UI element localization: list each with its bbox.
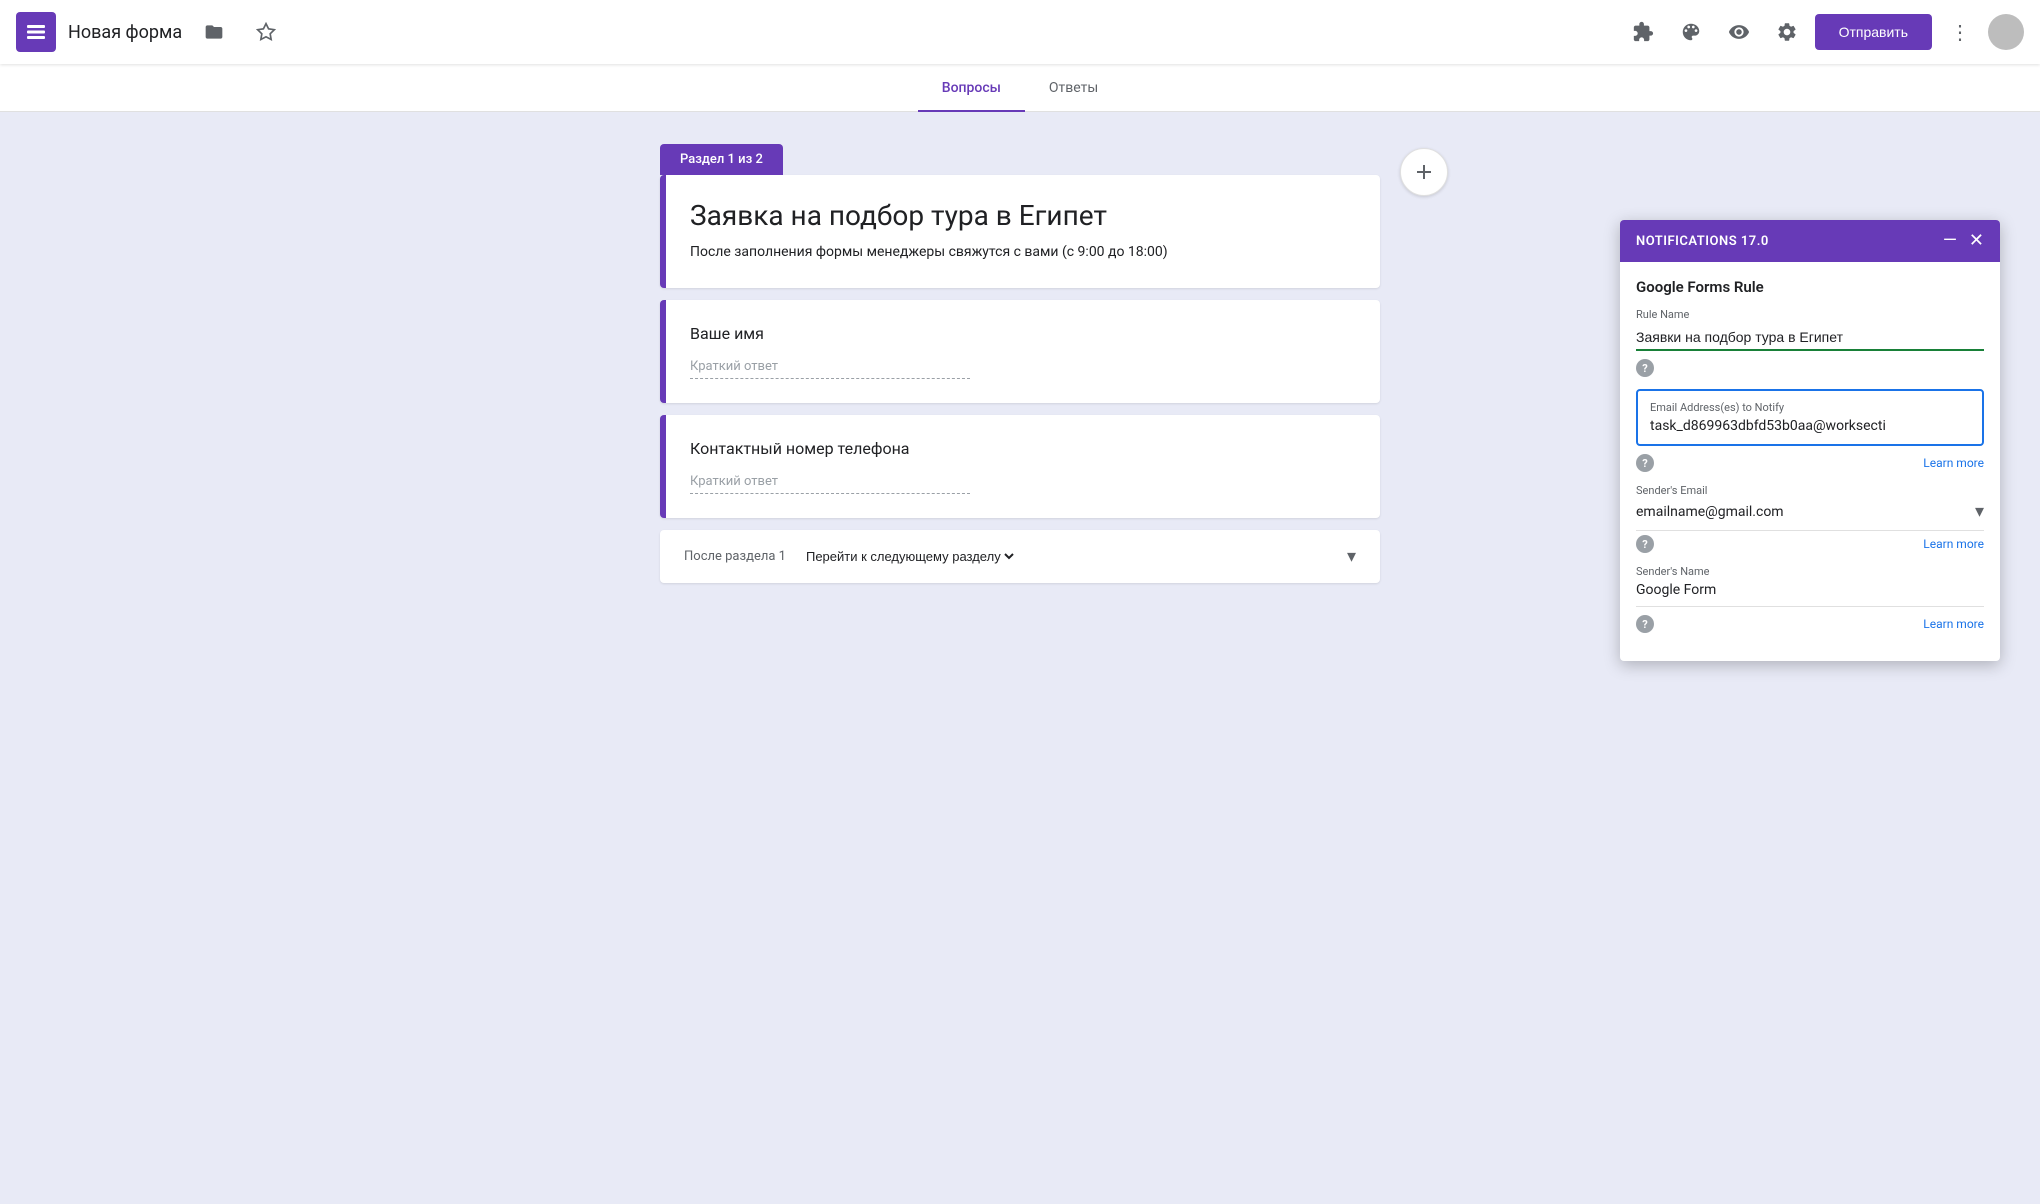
rule-name-input[interactable] bbox=[1636, 325, 1984, 351]
footer-prefix: После раздела 1 bbox=[684, 549, 786, 564]
sender-email-dropdown-icon[interactable]: ▾ bbox=[1975, 501, 1984, 522]
form-description: После заполнения формы менеджеры свяжутс… bbox=[690, 244, 1356, 260]
topbar-left: Новая форма bbox=[16, 12, 1623, 52]
help-row-1: ? Learn more bbox=[1636, 454, 1984, 472]
minimize-button[interactable]: — bbox=[1943, 232, 1957, 250]
footer-action-select[interactable]: Перейти к следующему разделу bbox=[802, 548, 1017, 565]
notifications-body: Google Forms Rule Rule Name ? Email Addr… bbox=[1620, 262, 2000, 661]
sender-email-select-row: emailname@gmail.com ▾ bbox=[1636, 501, 1984, 531]
learn-more-2[interactable]: Learn more bbox=[1923, 537, 1984, 551]
email-address-value: task_d869963dbfd53b0aa@worksecti bbox=[1650, 418, 1970, 434]
close-button[interactable]: ✕ bbox=[1969, 232, 1984, 250]
notifications-controls: — ✕ bbox=[1943, 232, 1984, 250]
email-help-icon[interactable]: ? bbox=[1636, 454, 1654, 472]
avatar[interactable] bbox=[1988, 14, 2024, 50]
form-title: Новая форма bbox=[68, 22, 182, 43]
preview-button[interactable] bbox=[1719, 12, 1759, 52]
question-card-2: Контактный номер телефона Краткий ответ bbox=[660, 415, 1380, 518]
settings-button[interactable] bbox=[1767, 12, 1807, 52]
topbar: Новая форма Отправить ⋮ bbox=[0, 0, 2040, 64]
notifications-header: NOTIFICATIONS 17.0 — ✕ bbox=[1620, 220, 2000, 262]
tab-questions[interactable]: Вопросы bbox=[918, 65, 1025, 113]
sender-email-value: emailname@gmail.com bbox=[1636, 504, 1784, 520]
sender-email-label: Sender's Email bbox=[1636, 484, 1984, 497]
notif-section-title: Google Forms Rule bbox=[1636, 278, 1984, 296]
more-menu-button[interactable]: ⋮ bbox=[1940, 12, 1980, 52]
notifications-panel: NOTIFICATIONS 17.0 — ✕ Google Forms Rule… bbox=[1620, 220, 2000, 661]
tabbar: Вопросы Ответы bbox=[0, 64, 2040, 112]
email-address-label: Email Address(es) to Notify bbox=[1650, 401, 1970, 414]
sender-name-label: Sender's Name bbox=[1636, 565, 1984, 578]
question-label-1: Ваше имя bbox=[690, 324, 1356, 343]
help-row-2: ? Learn more bbox=[1636, 535, 1984, 553]
add-section-button[interactable] bbox=[1400, 148, 1448, 196]
send-button[interactable]: Отправить bbox=[1815, 14, 1932, 50]
form-title-card: Заявка на подбор тура в Египет После зап… bbox=[660, 175, 1380, 288]
addon-icon[interactable] bbox=[1623, 12, 1663, 52]
help-row-3: ? Learn more bbox=[1636, 615, 1984, 633]
rule-name-help-icon[interactable]: ? bbox=[1636, 359, 1654, 377]
email-address-box[interactable]: Email Address(es) to Notify task_d869963… bbox=[1636, 389, 1984, 446]
learn-more-1[interactable]: Learn more bbox=[1923, 456, 1984, 470]
form-area: Раздел 1 из 2 Заявка на подбор тура в Ег… bbox=[660, 112, 1380, 583]
star-button[interactable] bbox=[246, 12, 286, 52]
question-label-2: Контактный номер телефона bbox=[690, 439, 1356, 458]
question-input-hint-2[interactable]: Краткий ответ bbox=[690, 474, 970, 494]
sender-email-help-icon[interactable]: ? bbox=[1636, 535, 1654, 553]
notifications-title: NOTIFICATIONS 17.0 bbox=[1636, 234, 1769, 249]
palette-button[interactable] bbox=[1671, 12, 1711, 52]
app-icon bbox=[16, 12, 56, 52]
folder-button[interactable] bbox=[194, 12, 234, 52]
question-card-1: Ваше имя Краткий ответ bbox=[660, 300, 1380, 403]
question-input-hint-1[interactable]: Краткий ответ bbox=[690, 359, 970, 379]
learn-more-3[interactable]: Learn more bbox=[1923, 617, 1984, 631]
rule-name-label: Rule Name bbox=[1636, 308, 1984, 321]
section-label: Раздел 1 из 2 bbox=[660, 144, 783, 175]
tab-answers[interactable]: Ответы bbox=[1025, 65, 1122, 113]
topbar-right: Отправить ⋮ bbox=[1623, 12, 2024, 52]
section-footer: После раздела 1 Перейти к следующему раз… bbox=[660, 530, 1380, 583]
form-main-title[interactable]: Заявка на подбор тура в Египет bbox=[690, 199, 1356, 232]
sender-name-value: Google Form bbox=[1636, 582, 1984, 607]
sender-name-help-icon[interactable]: ? bbox=[1636, 615, 1654, 633]
